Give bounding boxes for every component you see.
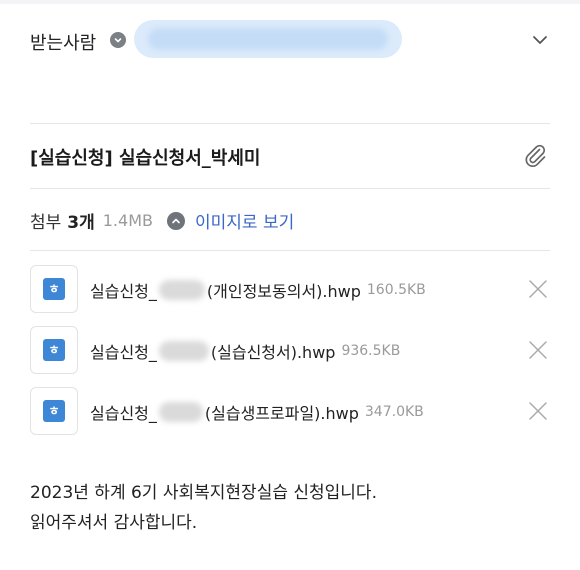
file-thumbnail: ㅎ: [30, 326, 78, 374]
attachment-size: 936.5KB: [341, 343, 401, 359]
recipient-address-redacted: [148, 28, 388, 50]
body-line: 2023년 하계 6기 사회복지현장실습 신청입니다.: [30, 483, 377, 503]
hwp-file-icon: ㅎ: [43, 278, 65, 300]
attachment-name[interactable]: 실습신청_ (실습생프로파일).hwp 347.0KB: [90, 400, 424, 424]
divider: [30, 250, 550, 251]
attachment-row[interactable]: ㅎ 실습신청_ (실습생프로파일).hwp 347.0KB: [30, 387, 550, 435]
attachments-summary: 첨부 3개 1.4MB 이미지로 보기: [30, 208, 294, 233]
attachment-name-prefix: 실습신청_: [90, 343, 157, 362]
divider: [30, 123, 550, 124]
attachment-row[interactable]: ㅎ 실습신청_ (개인정보동의서).hwp 160.5KB: [30, 265, 550, 313]
mail-body: 2023년 하계 6기 사회복지현장실습 신청입니다. 읽어주셔서 감사합니다.: [30, 478, 377, 538]
file-thumbnail: ㅎ: [30, 387, 78, 435]
body-line: 읽어주셔서 감사합니다.: [30, 513, 198, 533]
recipient-label: 받는사람: [30, 33, 97, 54]
remove-attachment-icon[interactable]: [528, 340, 548, 360]
hwp-file-icon: ㅎ: [43, 400, 65, 422]
attachment-name-suffix: (개인정보동의서).hwp: [206, 282, 361, 301]
attachment-name-prefix: 실습신청_: [90, 282, 157, 301]
view-as-image-link[interactable]: 이미지로 보기: [195, 208, 294, 233]
attachments-label: 첨부: [30, 213, 62, 233]
recipient-chip[interactable]: [134, 20, 402, 58]
attachment-size: 347.0KB: [364, 404, 424, 420]
mail-subject: [실습신청] 실습신청서_박세미: [30, 148, 261, 169]
redacted-name: [158, 280, 205, 300]
file-thumbnail: ㅎ: [30, 265, 78, 313]
attachment-name-suffix: (실습생프로파일).hwp: [204, 404, 359, 423]
remove-attachment-icon[interactable]: [528, 279, 548, 299]
attachment-name[interactable]: 실습신청_ (개인정보동의서).hwp 160.5KB: [90, 278, 426, 302]
redacted-name: [158, 402, 203, 422]
attachment-size: 160.5KB: [366, 282, 426, 298]
attachment-name[interactable]: 실습신청_ (실습신청서).hwp 936.5KB: [90, 339, 400, 363]
remove-attachment-icon[interactable]: [528, 401, 548, 421]
hwp-file-icon: ㅎ: [43, 339, 65, 361]
redacted-name: [158, 341, 209, 361]
attachments-total-size: 1.4MB: [102, 211, 153, 230]
attachments-count: 3개: [67, 213, 95, 233]
top-edge: [0, 0, 580, 4]
attachment-name-prefix: 실습신청_: [90, 404, 157, 423]
divider: [30, 188, 550, 189]
chevron-up-circle-icon[interactable]: [166, 211, 185, 230]
attachment-name-suffix: (실습신청서).hwp: [210, 343, 336, 362]
recipient-row: 받는사람: [30, 20, 550, 60]
chevron-down-icon[interactable]: [530, 30, 550, 50]
attachment-row[interactable]: ㅎ 실습신청_ (실습신청서).hwp 936.5KB: [30, 326, 550, 374]
info-circle-icon[interactable]: [110, 32, 126, 48]
paperclip-icon[interactable]: [522, 142, 548, 168]
